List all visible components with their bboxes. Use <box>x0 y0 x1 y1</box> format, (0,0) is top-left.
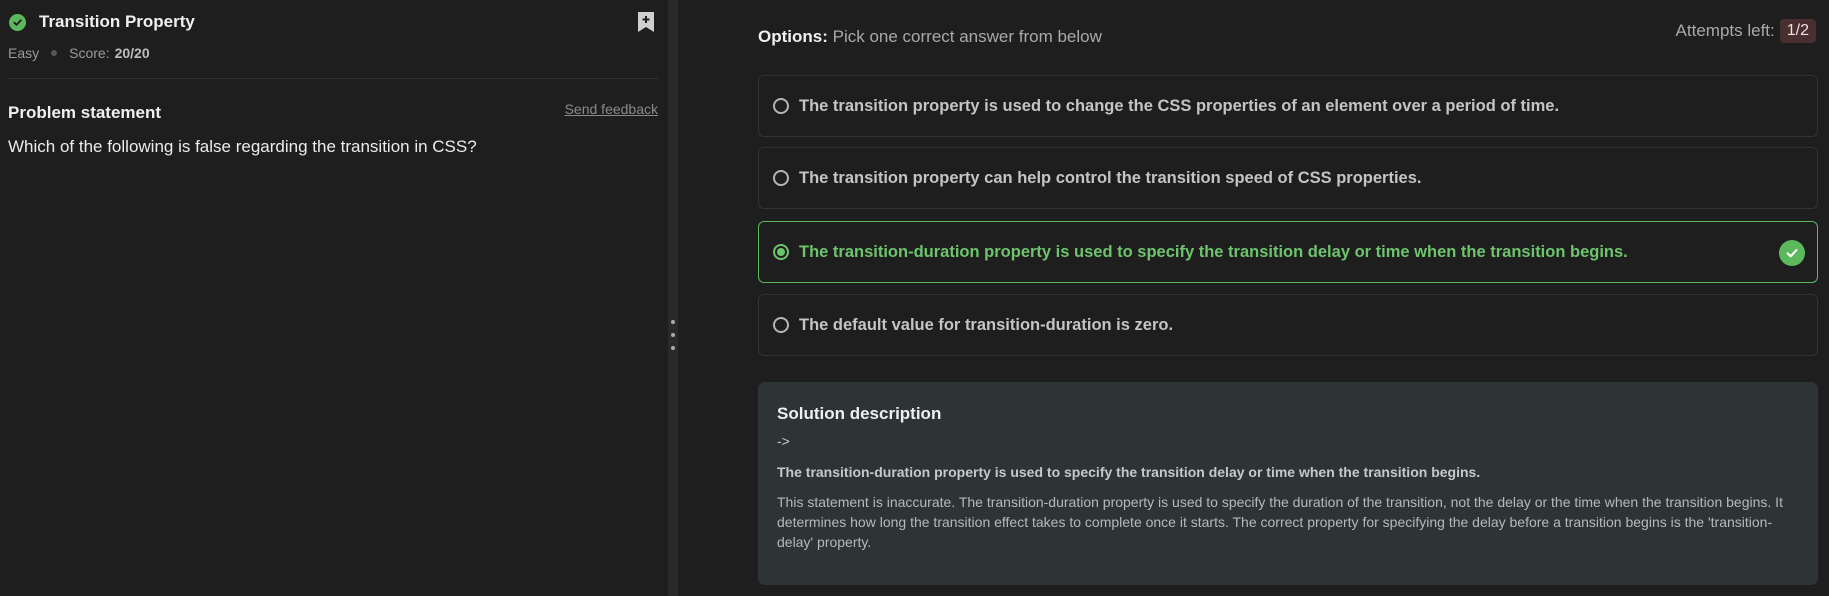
bookmark-add-icon[interactable] <box>636 11 656 33</box>
option-text: The transition property can help control… <box>799 168 1422 187</box>
question-text: Which of the following is false regardin… <box>8 137 477 156</box>
solved-check-icon <box>9 13 26 31</box>
score-label: Score: <box>69 45 110 61</box>
problem-statement-heading: Problem statement <box>8 103 162 122</box>
answer-option-selected[interactable]: The transition-duration property is used… <box>758 221 1818 283</box>
attempts-label: Attempts left: <box>1675 21 1775 40</box>
attempts-indicator: Attempts left: 1/2 <box>1676 19 1816 43</box>
meta-separator <box>51 50 58 56</box>
options-instruction: Pick one correct answer from below <box>832 27 1102 46</box>
answer-option[interactable]: The transition property is used to chang… <box>758 75 1818 137</box>
solution-arrow: -> <box>777 433 790 449</box>
answer-option[interactable]: The transition property can help control… <box>758 147 1818 209</box>
radio-button[interactable] <box>773 317 789 333</box>
radio-button[interactable] <box>773 98 789 114</box>
radio-button[interactable] <box>773 170 789 186</box>
option-text: The transition property is used to chang… <box>799 96 1560 115</box>
score-value: 20/20 <box>114 45 150 61</box>
panel-splitter[interactable] <box>668 0 678 596</box>
problem-title: Transition Property <box>39 12 195 31</box>
drag-handle-icon[interactable] <box>671 333 675 337</box>
option-text: The default value for transition-duratio… <box>799 315 1174 334</box>
solution-title: Solution description <box>777 404 942 423</box>
drag-handle-icon[interactable] <box>671 346 675 350</box>
problem-panel: Transition Property Easy Score: 20/20 Pr… <box>0 0 668 596</box>
attempts-badge: 1/2 <box>1779 19 1816 43</box>
solution-bold-line: The transition-duration property is used… <box>777 464 1481 480</box>
send-feedback-link[interactable]: Send feedback <box>565 101 658 117</box>
answer-panel: Options: Pick one correct answer from be… <box>678 0 1829 596</box>
solution-body: This statement is inaccurate. The transi… <box>777 494 1783 550</box>
answer-option[interactable]: The default value for transition-duratio… <box>758 294 1818 356</box>
radio-button-selected[interactable] <box>773 244 789 260</box>
drag-handle-icon[interactable] <box>671 320 675 324</box>
divider <box>8 78 658 79</box>
solution-box: Solution description -> The transition-d… <box>758 382 1818 585</box>
problem-meta: Easy Score: 20/20 <box>8 45 150 61</box>
options-label: Options: Pick one correct answer from be… <box>758 27 1102 47</box>
problem-title-row: Transition Property <box>9 9 656 35</box>
options-label-bold: Options: <box>758 27 828 46</box>
option-text: The transition-duration property is used… <box>799 242 1628 261</box>
difficulty-label: Easy <box>8 45 40 61</box>
correct-check-icon <box>1779 240 1805 266</box>
